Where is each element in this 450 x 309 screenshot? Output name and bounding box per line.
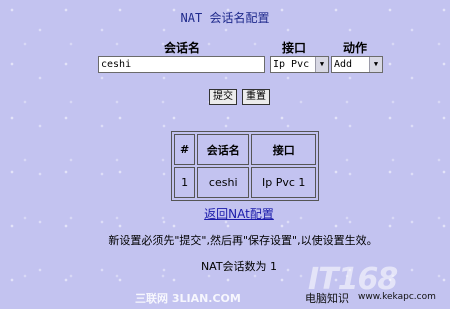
interface-select[interactable]: Ip Pvc 1 ▼ — [270, 56, 329, 73]
cell-index: 1 — [174, 167, 196, 198]
session-name-label: 会话名 — [164, 41, 201, 55]
save-notice: 新设置必须先"提交",然后再"保存设置",以使设置生效。 — [108, 234, 378, 247]
interface-label: 接口 — [282, 41, 307, 55]
table-row: 1 ceshi Ip Pvc 1 — [174, 167, 317, 198]
cell-session-name: ceshi — [197, 167, 250, 198]
action-select[interactable]: Add ▼ — [331, 56, 383, 73]
column-header-index: # — [174, 134, 196, 165]
reset-button[interactable]: 重置 — [242, 89, 270, 105]
watermark-left: 三联网 3LIAN.COM — [135, 292, 241, 305]
session-name-input[interactable]: ceshi — [98, 56, 265, 73]
session-table: # 会话名 接口 1 ceshi Ip Pvc 1 — [171, 131, 320, 201]
page-title: NAT 会话名配置 — [180, 11, 270, 25]
action-label: 动作 — [343, 41, 368, 55]
action-select-value: Add — [334, 59, 353, 70]
watermark-right-cn: 电脑知识 — [305, 292, 349, 305]
cell-interface: Ip Pvc 1 — [251, 167, 317, 198]
column-header-interface: 接口 — [251, 134, 317, 165]
back-to-nat-config-link[interactable]: 返回NAt配置 — [0, 205, 450, 222]
column-header-session-name: 会话名 — [197, 134, 250, 165]
table-header-row: # 会话名 接口 — [174, 134, 317, 165]
interface-select-value: Ip Pvc 1 — [273, 59, 322, 70]
watermark-right-url: www.kekapc.com — [358, 292, 436, 302]
chevron-down-icon[interactable]: ▼ — [369, 57, 382, 72]
chevron-down-icon[interactable]: ▼ — [315, 57, 328, 72]
submit-button[interactable]: 提交 — [209, 89, 237, 105]
